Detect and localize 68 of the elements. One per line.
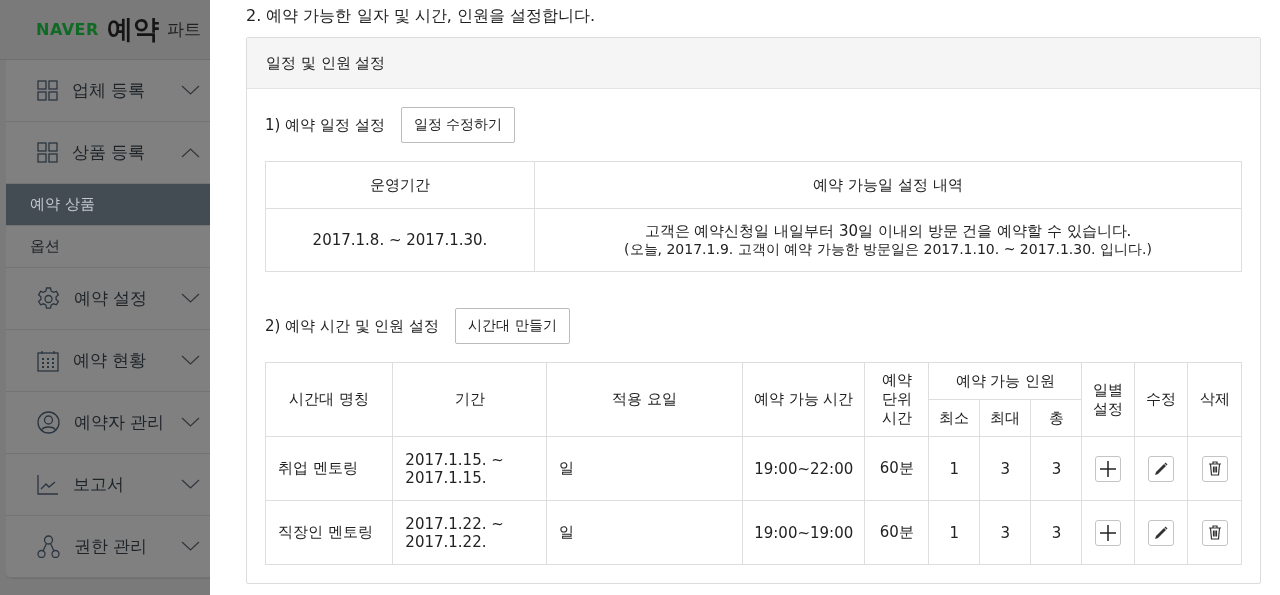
column-header: 예약 가능 인원 <box>928 362 1082 400</box>
chevron-down-icon <box>181 85 200 96</box>
table-cell: 1 <box>928 500 980 565</box>
sidebar-subitem[interactable]: 예약 상품 <box>6 184 210 226</box>
chevron-down-icon <box>181 479 200 490</box>
trash-icon <box>1207 525 1222 540</box>
delete-button[interactable] <box>1201 455 1228 482</box>
column-header: 수정 <box>1134 362 1188 437</box>
table-cell: 3 <box>1030 500 1082 565</box>
edit-button[interactable] <box>1148 455 1175 482</box>
column-header: 시간대 명칭 <box>265 362 393 437</box>
panel-header: 일정 및 인원 설정 <box>247 38 1260 89</box>
plus-icon <box>1100 524 1117 541</box>
table-cell: 19:00~22:00 <box>742 436 865 501</box>
note-text: (오늘, 2017.1.9. 고객이 예약 가능한 방문일은 2017.1.10. ~ 2017.1.30. 입니다.) <box>623 240 1153 259</box>
table-cell: 3 <box>1030 436 1082 501</box>
table-cell: 일 <box>546 436 743 501</box>
calendar-icon <box>37 349 59 372</box>
plus-icon <box>1100 460 1117 477</box>
column-header: 최소 <box>928 399 980 437</box>
table-cell: 일 <box>546 500 743 565</box>
table-cell: 3 <box>979 436 1031 501</box>
chevron-down-icon <box>181 293 200 304</box>
pencil-icon <box>1154 525 1169 540</box>
nodes-icon <box>37 535 60 558</box>
table-cell: 1 <box>928 436 980 501</box>
user-icon <box>37 411 60 434</box>
chevron-up-icon <box>181 147 200 158</box>
pencil-icon <box>1154 461 1169 476</box>
line-chart-icon <box>37 474 59 495</box>
table-cell: 2017.1.15. ~ 2017.1.15. <box>392 436 547 501</box>
delete-button[interactable] <box>1201 519 1228 546</box>
table-cell: 취업 멘토링 <box>265 436 393 501</box>
table-cell: 직장인 멘토링 <box>265 500 393 565</box>
chevron-down-icon <box>181 417 200 428</box>
app-title: 예약 <box>106 13 159 46</box>
column-header: 삭제 <box>1187 362 1242 437</box>
chevron-down-icon <box>181 541 200 552</box>
table-cell: 2017.1.8. ~ 2017.1.30. <box>265 208 535 272</box>
step-title: 2. 예약 가능한 일자 및 시간, 인원을 설정합니다. <box>246 6 597 27</box>
column-header: 일별 설정 <box>1081 362 1135 437</box>
trash-icon <box>1207 461 1222 476</box>
column-header: 적용 요일 <box>546 362 743 437</box>
column-header: 예약 단위 시간 <box>864 362 929 437</box>
edit-schedule-button[interactable]: 일정 수정하기 <box>400 107 516 143</box>
column-header: 운영기간 <box>265 161 535 209</box>
edit-button[interactable] <box>1148 519 1175 546</box>
column-header: 최대 <box>979 399 1031 437</box>
table-cell: 3 <box>979 500 1031 565</box>
table-cell: 19:00~19:00 <box>742 500 865 565</box>
table-cell: 60분 <box>864 436 929 501</box>
section-label: 1) 예약 일정 설정 <box>265 115 385 135</box>
column-header: 예약 가능일 설정 내역 <box>534 161 1242 209</box>
gear-icon <box>37 286 60 311</box>
add-button[interactable] <box>1095 455 1122 482</box>
description-text: 고객은 예약신청일 내일부터 30일 이내의 방문 건을 예약할 수 있습니다. <box>643 221 1133 241</box>
grid-icon <box>37 80 58 101</box>
section-label: 2) 예약 시간 및 인원 설정 <box>265 316 440 336</box>
grid-icon <box>37 142 58 163</box>
chevron-down-icon <box>181 355 200 366</box>
column-header: 기간 <box>392 362 547 437</box>
add-button[interactable] <box>1095 519 1122 546</box>
table-cell: 2017.1.22. ~ 2017.1.22. <box>392 500 547 565</box>
create-slot-button[interactable]: 시간대 만들기 <box>455 308 570 344</box>
app-subtitle: 파트 <box>166 18 201 41</box>
brand-logo: NAVER <box>36 20 99 39</box>
column-header: 예약 가능 시간 <box>742 362 865 437</box>
table-cell: 60분 <box>864 500 929 565</box>
